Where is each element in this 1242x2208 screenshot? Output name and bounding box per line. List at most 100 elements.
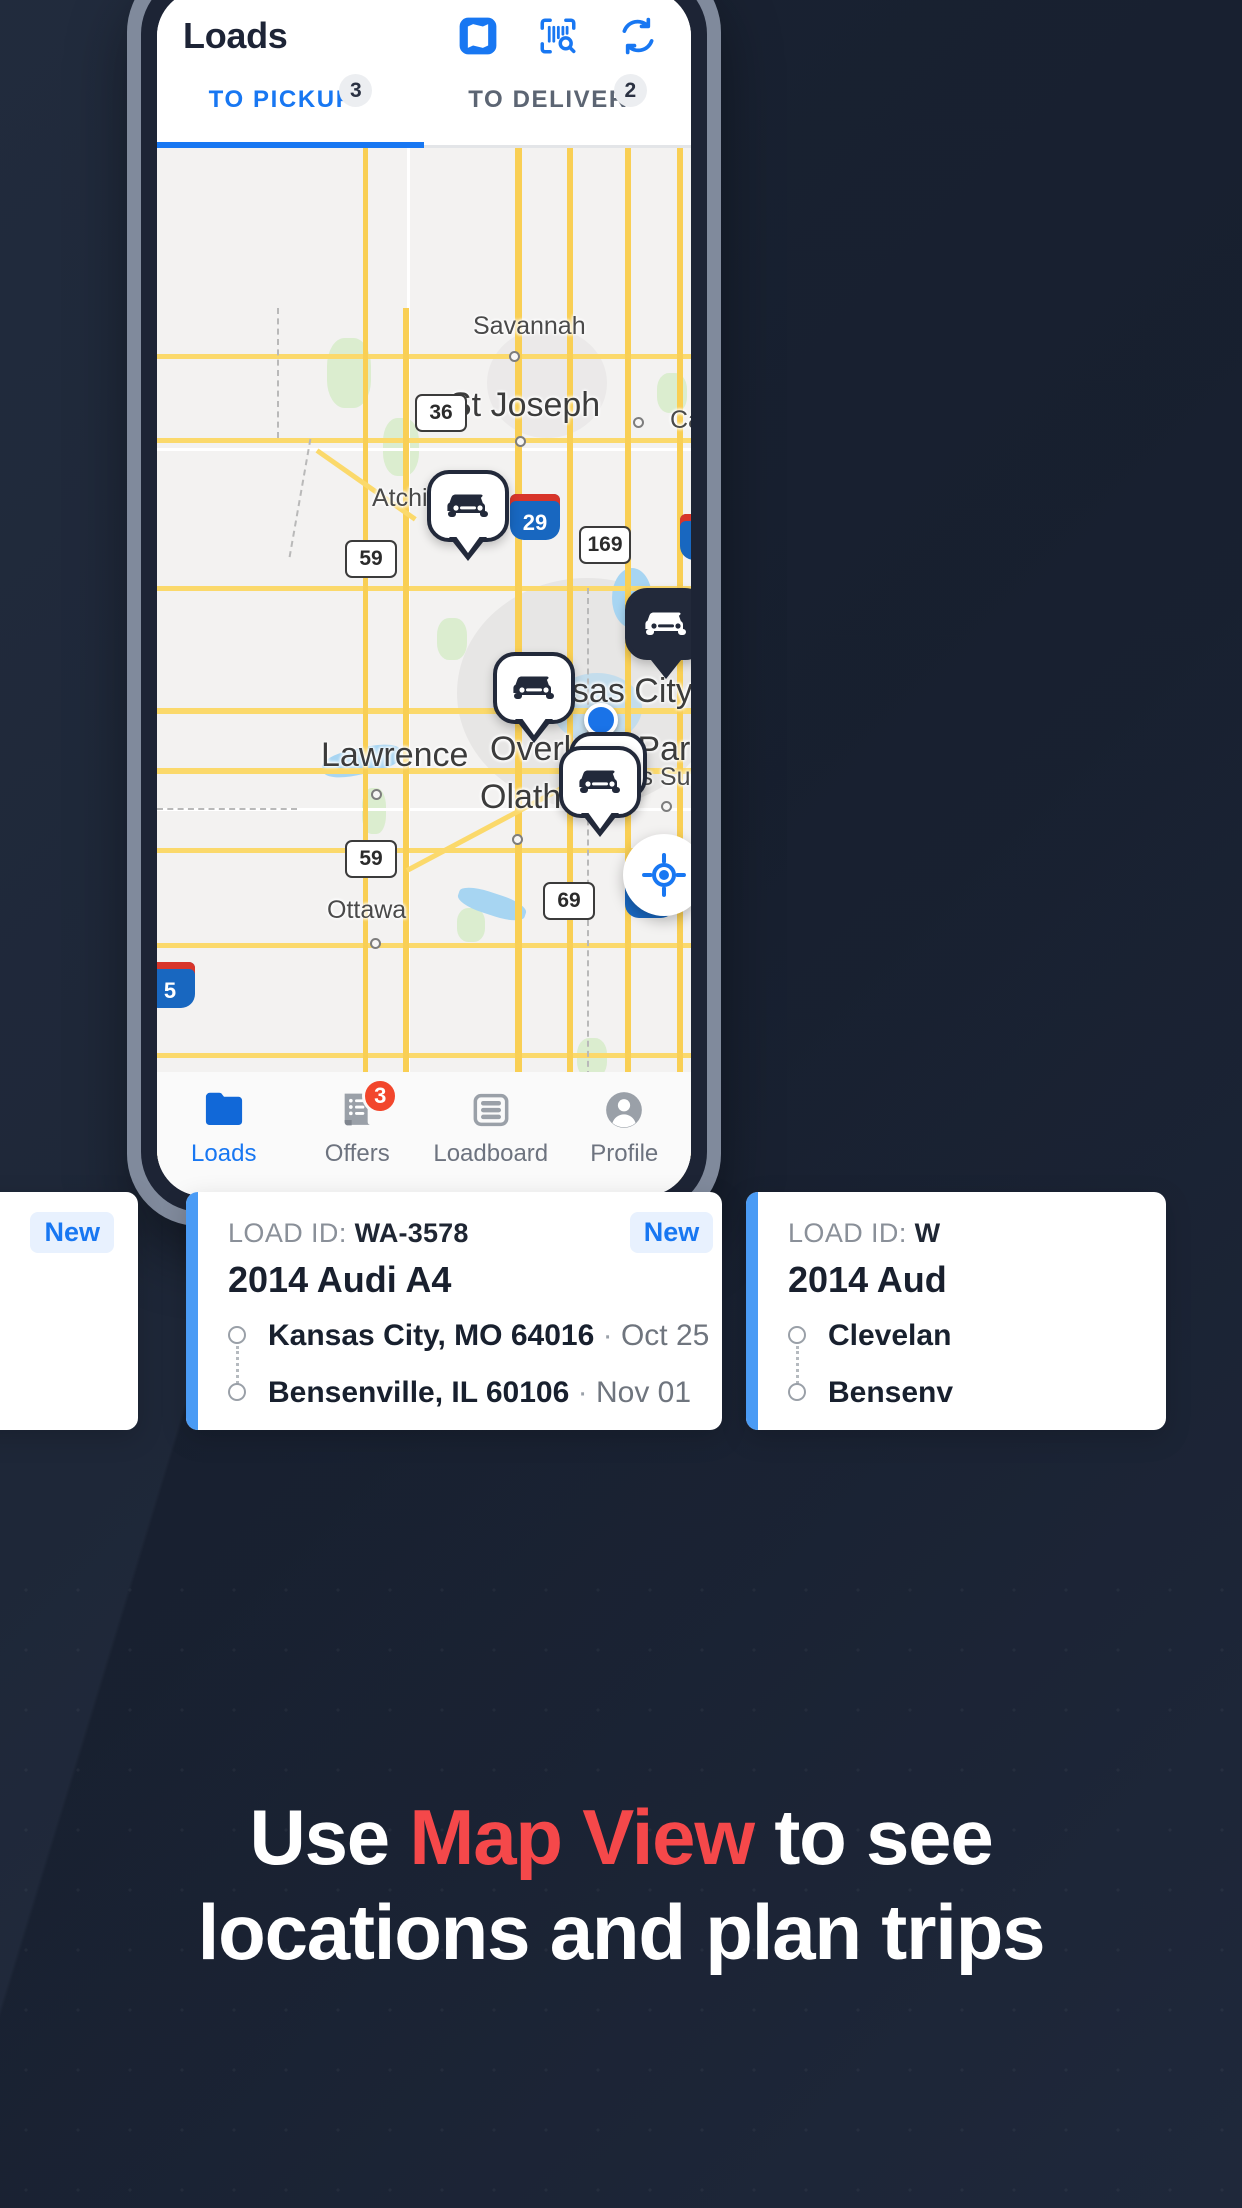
card-accent-stripe <box>186 1192 198 1430</box>
load-pin-1[interactable] <box>427 470 509 561</box>
tab-to-pickup[interactable]: TO PICKUP 3 <box>157 74 424 148</box>
nav-item-loadboard[interactable]: Loadboard <box>424 1088 558 1168</box>
nav-label-offers: Offers <box>324 1140 390 1167</box>
car-icon <box>513 676 554 699</box>
dropoff-location: Bensenville, IL 60106 <box>268 1376 570 1409</box>
pickup-ring-icon <box>228 1326 246 1344</box>
route-shield: 59 <box>345 540 397 578</box>
dropoff-ring-icon <box>228 1383 246 1401</box>
tab-to-pickup-badge: 3 <box>339 74 373 107</box>
dropoff-ring-icon <box>788 1383 806 1401</box>
tab-active-indicator <box>157 142 424 148</box>
load-card-previous[interactable]: New 1 <box>0 1192 138 1430</box>
map-city-dot <box>370 938 381 949</box>
load-id-line: LOAD ID: W <box>788 1218 1138 1249</box>
map-view-icon[interactable] <box>455 13 501 59</box>
map-city-dot <box>509 351 520 362</box>
refresh-icon[interactable] <box>615 13 661 59</box>
pickup-location: Kansas City, MO 64016 <box>268 1319 595 1352</box>
phone-mockup: Loads TO PICKUP 3 TO DELIVER 2 Savannah … <box>127 0 721 1226</box>
route-summary: Kansas City, MO 64016 · Oct 25 Bensenvil… <box>228 1315 709 1414</box>
map-label: Ottawa <box>327 896 407 924</box>
route-dashline <box>236 1346 239 1384</box>
load-id-label: LOAD ID: <box>228 1218 347 1248</box>
car-icon <box>579 770 620 793</box>
list-board-icon <box>468 1088 514 1132</box>
load-pin-2-selected[interactable] <box>625 588 691 679</box>
load-card-active[interactable]: New LOAD ID: WA-3578 2014 Audi A4 Kansas… <box>186 1192 722 1430</box>
interstate-shield: 5 <box>157 962 195 1008</box>
route-summary: Clevelan Bensenv <box>788 1315 1138 1414</box>
card-partial-date: 1 <box>0 1326 110 1368</box>
caption-highlight: Map View <box>409 1793 755 1881</box>
load-status-tabs: TO PICKUP 3 TO DELIVER 2 <box>157 74 691 148</box>
tab-to-deliver-badge: 2 <box>613 74 647 107</box>
load-pin-3[interactable] <box>493 652 575 743</box>
status-badge: New <box>30 1212 114 1253</box>
car-icon <box>645 612 686 635</box>
document-list-icon: 3 <box>334 1078 399 1132</box>
nav-label-profile: Profile <box>590 1140 659 1167</box>
caption-post: to see <box>753 1793 993 1881</box>
tab-to-deliver[interactable]: TO DELIVER 2 <box>424 74 691 148</box>
barcode-scan-icon[interactable] <box>535 13 581 59</box>
header-actions <box>455 13 661 59</box>
phone-bezel: Loads TO PICKUP 3 TO DELIVER 2 Savannah … <box>141 0 707 1212</box>
caption-pre: Use <box>249 1793 410 1881</box>
card-accent-stripe <box>746 1192 758 1430</box>
vehicle-name: 2014 Aud <box>788 1259 947 1300</box>
status-badge: New <box>629 1212 714 1253</box>
route-shield: 59 <box>345 840 397 878</box>
nav-item-loads[interactable]: Loads <box>157 1088 291 1168</box>
pickup-separator: · <box>602 1319 613 1352</box>
map-label: St Joseph <box>449 386 601 424</box>
map-label: Cameron <box>670 406 691 434</box>
map-city-dot <box>633 417 644 428</box>
route-shield: 169 <box>579 526 631 564</box>
map-city-dot <box>661 801 672 812</box>
app-header: Loads <box>157 0 691 82</box>
route-dashline <box>796 1346 799 1384</box>
tab-to-deliver-label: TO DELIVER <box>468 86 628 113</box>
load-card-next[interactable]: LOAD ID: W 2014 Aud Clevelan Bensenv <box>746 1192 1166 1430</box>
dropoff-separator: · <box>577 1376 588 1409</box>
pickup-line: Kansas City, MO 64016 · Oct 25 <box>268 1315 709 1357</box>
dropoff-date: Nov 01 <box>595 1376 692 1409</box>
page-title: Loads <box>183 15 288 56</box>
nav-badge-offers: 3 <box>362 1078 399 1114</box>
promo-caption: Use Map View to see locations and plan t… <box>0 1790 1242 1980</box>
nav-label-loads: Loads <box>191 1140 257 1167</box>
map-label: Savannah <box>473 312 586 340</box>
nav-item-offers[interactable]: 3 Offers <box>291 1078 425 1168</box>
vehicle-name: 2014 Audi A4 <box>228 1259 452 1300</box>
interstate-shield: 29 <box>510 494 560 540</box>
load-id-label: LOAD ID: <box>788 1218 907 1248</box>
tab-to-pickup-label: TO PICKUP <box>208 86 354 113</box>
interstate-shield: 35 <box>680 514 691 560</box>
car-icon <box>447 494 488 517</box>
person-icon <box>601 1088 647 1132</box>
pickup-date: Oct 25 <box>620 1319 710 1352</box>
nav-label-loadboard: Loadboard <box>433 1140 549 1167</box>
folder-icon <box>201 1088 247 1132</box>
pickup-ring-icon <box>788 1326 806 1344</box>
route-shield: 36 <box>415 394 467 432</box>
load-id-value: W <box>914 1218 941 1248</box>
route-shield: 69 <box>543 882 595 920</box>
map-canvas[interactable]: Savannah St Joseph Cameron Hamilton Atch… <box>157 148 691 1196</box>
load-id-value: WA-3578 <box>354 1218 469 1248</box>
load-cards-carousel[interactable]: New 1 New LOAD ID: WA-3578 2014 Audi A4 … <box>0 1192 1242 1474</box>
pickup-location: Clevelan <box>828 1319 952 1352</box>
promo-caption-line2: locations and plan trips <box>197 1888 1046 1977</box>
promo-caption-line1: Use Map View to see <box>0 1790 1242 1885</box>
dropoff-line: Bensenville, IL 60106 · Nov 01 <box>268 1372 709 1414</box>
dropoff-location: Bensenv <box>828 1376 954 1409</box>
map-city-dot <box>515 436 526 447</box>
map-label: Lawrence <box>321 736 469 774</box>
bottom-navigation: Loads 3 Offers Loadboard Profile <box>157 1072 691 1196</box>
load-pin-5[interactable] <box>559 746 641 837</box>
map-city-dot <box>512 834 523 845</box>
phone-screen: Loads TO PICKUP 3 TO DELIVER 2 Savannah … <box>157 0 691 1196</box>
map-city-dot <box>371 789 382 800</box>
nav-item-profile[interactable]: Profile <box>558 1088 692 1168</box>
